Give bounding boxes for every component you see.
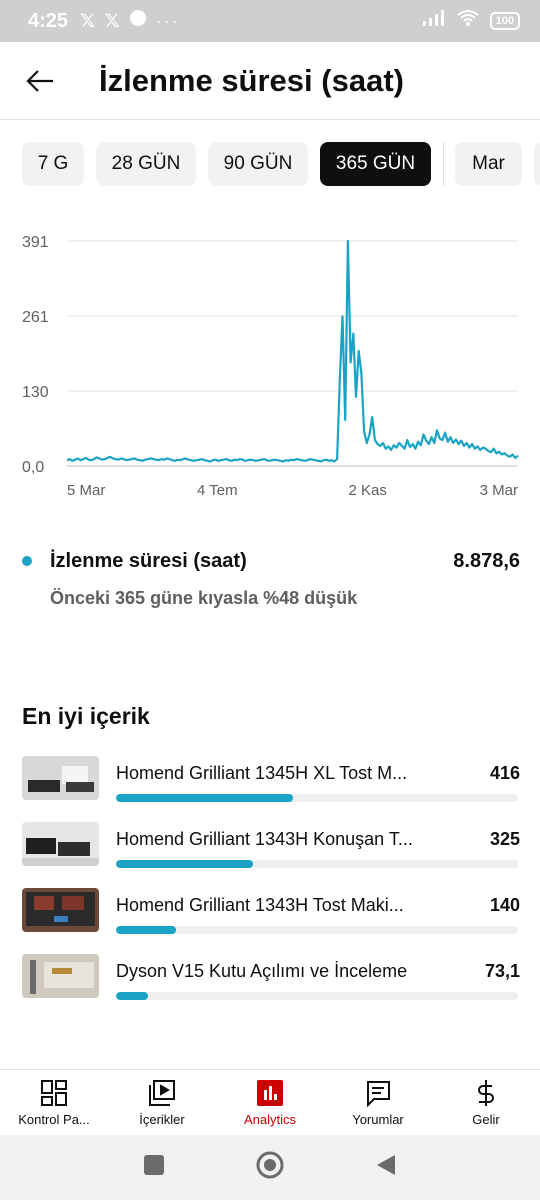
- square-icon: [144, 1155, 164, 1175]
- x-tick-label: 2 Kas: [348, 482, 386, 499]
- x-tick-label: 5 Mar: [67, 482, 105, 499]
- page-title: İzlenme süresi (saat): [99, 62, 404, 98]
- content-bar: [116, 794, 293, 802]
- dashboard-icon: [40, 1078, 68, 1108]
- content-bar: [116, 860, 253, 868]
- metric-total: 8.878,6: [453, 549, 520, 572]
- comments-icon: [364, 1078, 392, 1108]
- top-content-list: Homend Grilliant 1345H XL Tost M... 416 …: [22, 756, 520, 1020]
- x-notification-icon: 𝕏: [104, 10, 120, 32]
- video-thumbnail: [22, 888, 99, 932]
- metric-summary: İzlenme süresi (saat) 8.878,6 Önceki 365…: [22, 546, 520, 609]
- nav-label: Kontrol Pa...: [18, 1112, 90, 1127]
- wifi-icon: [456, 9, 480, 33]
- content-row[interactable]: Homend Grilliant 1345H XL Tost M... 416: [22, 756, 520, 822]
- x-notification-icon: 𝕏: [80, 10, 96, 32]
- nav-label: Yorumlar: [352, 1112, 404, 1127]
- chip-90-days[interactable]: 90 GÜN: [208, 142, 308, 186]
- top-content-title: En iyi içerik: [22, 703, 150, 729]
- nav-comments[interactable]: Yorumlar: [324, 1070, 432, 1135]
- video-thumbnail: [22, 822, 99, 866]
- y-tick-label: 391: [22, 234, 49, 251]
- nav-label: Gelir: [472, 1112, 500, 1127]
- back-arrow-icon: [26, 69, 53, 92]
- content-title: Homend Grilliant 1343H Tost Maki...: [116, 894, 404, 915]
- nav-content[interactable]: İçerikler: [108, 1070, 216, 1135]
- content-bar-track: [116, 926, 518, 934]
- y-tick-label: 0,0: [22, 459, 44, 476]
- content-row[interactable]: Homend Grilliant 1343H Tost Maki... 140: [22, 888, 520, 954]
- more-notifications-icon: ···: [155, 10, 180, 31]
- nav-earn[interactable]: Gelir: [432, 1070, 540, 1135]
- content-bar: [116, 992, 149, 1000]
- series-line: [66, 239, 519, 463]
- nav-analytics[interactable]: Analytics: [216, 1070, 324, 1135]
- chip-28-days[interactable]: 28 GÜN: [96, 142, 196, 186]
- nav-label: Analytics: [243, 1112, 297, 1127]
- earn-icon: [472, 1078, 500, 1108]
- back-triangle-icon: [377, 1155, 395, 1175]
- status-bar: 4:25 𝕏 𝕏 ··· 100: [0, 0, 540, 42]
- video-thumbnail: [22, 756, 99, 800]
- content-row[interactable]: Homend Grilliant 1343H Konuşan T... 325: [22, 822, 520, 888]
- content-bar-track: [116, 860, 518, 868]
- content-value: 325: [489, 828, 520, 849]
- content-row[interactable]: Dyson V15 Kutu Açılımı ve İnceleme 73,1: [22, 954, 520, 1020]
- nav-label: İçerikler: [139, 1112, 185, 1127]
- chip-next-partial[interactable]: [534, 142, 540, 186]
- watch-time-chart: 391 261 130 0,0 5 Mar 4 Tem 2 Kas 3 Mar: [22, 234, 519, 499]
- content-bar-track: [116, 992, 518, 1000]
- content-value: 140: [489, 894, 520, 915]
- chip-divider: [443, 142, 444, 186]
- content-value: 416: [489, 762, 520, 783]
- chip-365-days[interactable]: 365 GÜN: [320, 142, 431, 186]
- content-value: 73,1: [484, 960, 520, 981]
- metric-comparison: Önceki 365 güne kıyasla %48 düşük: [50, 588, 358, 608]
- content-bar-track: [116, 794, 518, 802]
- back-button[interactable]: [0, 42, 80, 120]
- content-bar: [116, 926, 177, 934]
- recents-button[interactable]: [143, 1154, 165, 1181]
- back-system-button[interactable]: [375, 1153, 397, 1182]
- chip-month-mar[interactable]: Mar: [455, 142, 522, 186]
- app-header: İzlenme süresi (saat): [0, 42, 540, 120]
- home-circle-icon: [256, 1151, 284, 1179]
- x-tick-label: 4 Tem: [197, 482, 238, 499]
- battery-icon: 100: [489, 12, 520, 30]
- content-title: Homend Grilliant 1343H Konuşan T...: [116, 828, 413, 849]
- x-tick-label: 3 Mar: [480, 482, 518, 499]
- circle-notification-icon: [129, 9, 147, 33]
- bottom-navigation: Kontrol Pa... İçerikler Analytics Yoruml…: [0, 1069, 540, 1135]
- metric-name: İzlenme süresi (saat): [50, 549, 247, 572]
- period-chips: 7 G 28 GÜN 90 GÜN 365 GÜN Mar: [22, 141, 540, 187]
- signal-icon: [422, 9, 446, 33]
- chip-7-days[interactable]: 7 G: [22, 142, 84, 186]
- series-color-dot: [22, 556, 32, 566]
- nav-dashboard[interactable]: Kontrol Pa...: [0, 1070, 108, 1135]
- content-icon: [148, 1078, 176, 1108]
- y-tick-label: 130: [22, 384, 49, 401]
- home-button[interactable]: [255, 1150, 285, 1185]
- content-title: Homend Grilliant 1345H XL Tost M...: [116, 762, 408, 783]
- video-thumbnail: [22, 954, 99, 998]
- y-tick-label: 261: [22, 309, 49, 326]
- content-title: Dyson V15 Kutu Açılımı ve İnceleme: [116, 960, 408, 981]
- status-time: 4:25: [28, 9, 69, 32]
- system-navigation-bar: [0, 1135, 540, 1200]
- analytics-icon: [256, 1078, 284, 1108]
